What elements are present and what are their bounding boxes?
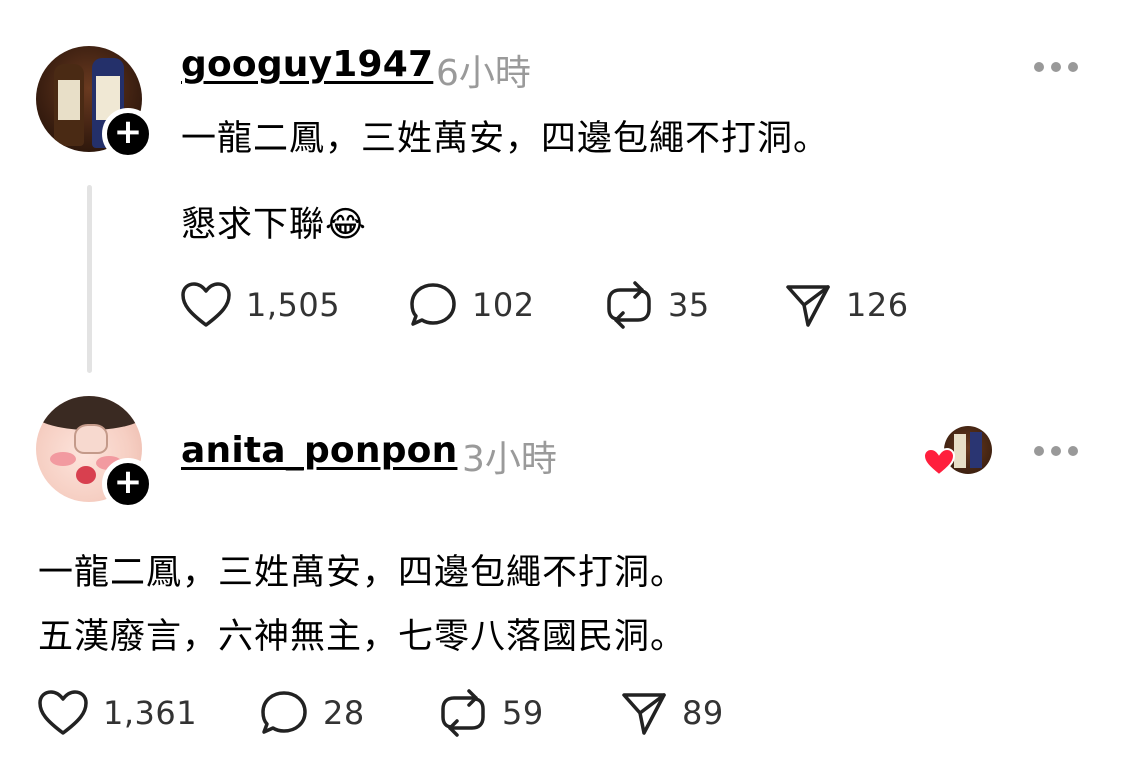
send-icon bbox=[786, 285, 830, 327]
user-avatar[interactable]: + bbox=[36, 46, 154, 160]
post-username[interactable]: googuy1947 bbox=[181, 44, 433, 85]
like-button[interactable]: 1,505 bbox=[180, 280, 340, 330]
send-icon bbox=[622, 693, 666, 735]
like-button[interactable]: 1,361 bbox=[37, 688, 197, 738]
user-avatar[interactable]: + bbox=[36, 396, 154, 510]
repost-count: 35 bbox=[668, 286, 710, 324]
repost-icon bbox=[441, 689, 485, 737]
heart-icon bbox=[181, 282, 231, 327]
comment-icon bbox=[261, 691, 307, 734]
post-text-line-2: 懇求下聯😂 bbox=[181, 205, 367, 245]
repost-button[interactable]: 59 bbox=[438, 688, 544, 738]
like-count: 1,505 bbox=[246, 286, 341, 324]
comment-count: 28 bbox=[323, 694, 365, 732]
post-username[interactable]: anita_ponpon bbox=[181, 430, 457, 471]
comment-icon bbox=[410, 283, 456, 326]
post-text-line-2: 五漢廢言，六神無主，七零八落國民洞。 bbox=[38, 617, 687, 657]
comment-button[interactable]: 28 bbox=[259, 688, 365, 738]
repost-button[interactable]: 35 bbox=[604, 280, 710, 330]
post-time: 3小時 bbox=[462, 439, 557, 480]
more-options-icon[interactable] bbox=[1034, 60, 1078, 74]
share-count: 89 bbox=[682, 694, 724, 732]
comment-count: 102 bbox=[472, 286, 535, 324]
more-options-icon[interactable] bbox=[1034, 444, 1078, 458]
share-button[interactable]: 89 bbox=[620, 688, 724, 738]
comment-button[interactable]: 102 bbox=[408, 280, 535, 330]
like-count: 1,361 bbox=[103, 694, 198, 732]
repost-icon bbox=[607, 281, 651, 329]
red-heart-icon bbox=[922, 447, 956, 477]
follow-plus-icon[interactable]: + bbox=[102, 108, 154, 160]
share-button[interactable]: 126 bbox=[784, 280, 909, 330]
follow-plus-icon[interactable]: + bbox=[102, 458, 154, 510]
thread-line bbox=[87, 185, 92, 373]
post-text-line-1: 一龍二鳳，三姓萬安，四邊包繩不打洞。 bbox=[38, 553, 687, 593]
share-count: 126 bbox=[846, 286, 909, 324]
heart-icon bbox=[38, 690, 88, 735]
post-text-line-1: 一龍二鳳，三姓萬安，四邊包繩不打洞。 bbox=[181, 119, 830, 159]
repost-count: 59 bbox=[502, 694, 544, 732]
post-time: 6小時 bbox=[436, 53, 531, 94]
